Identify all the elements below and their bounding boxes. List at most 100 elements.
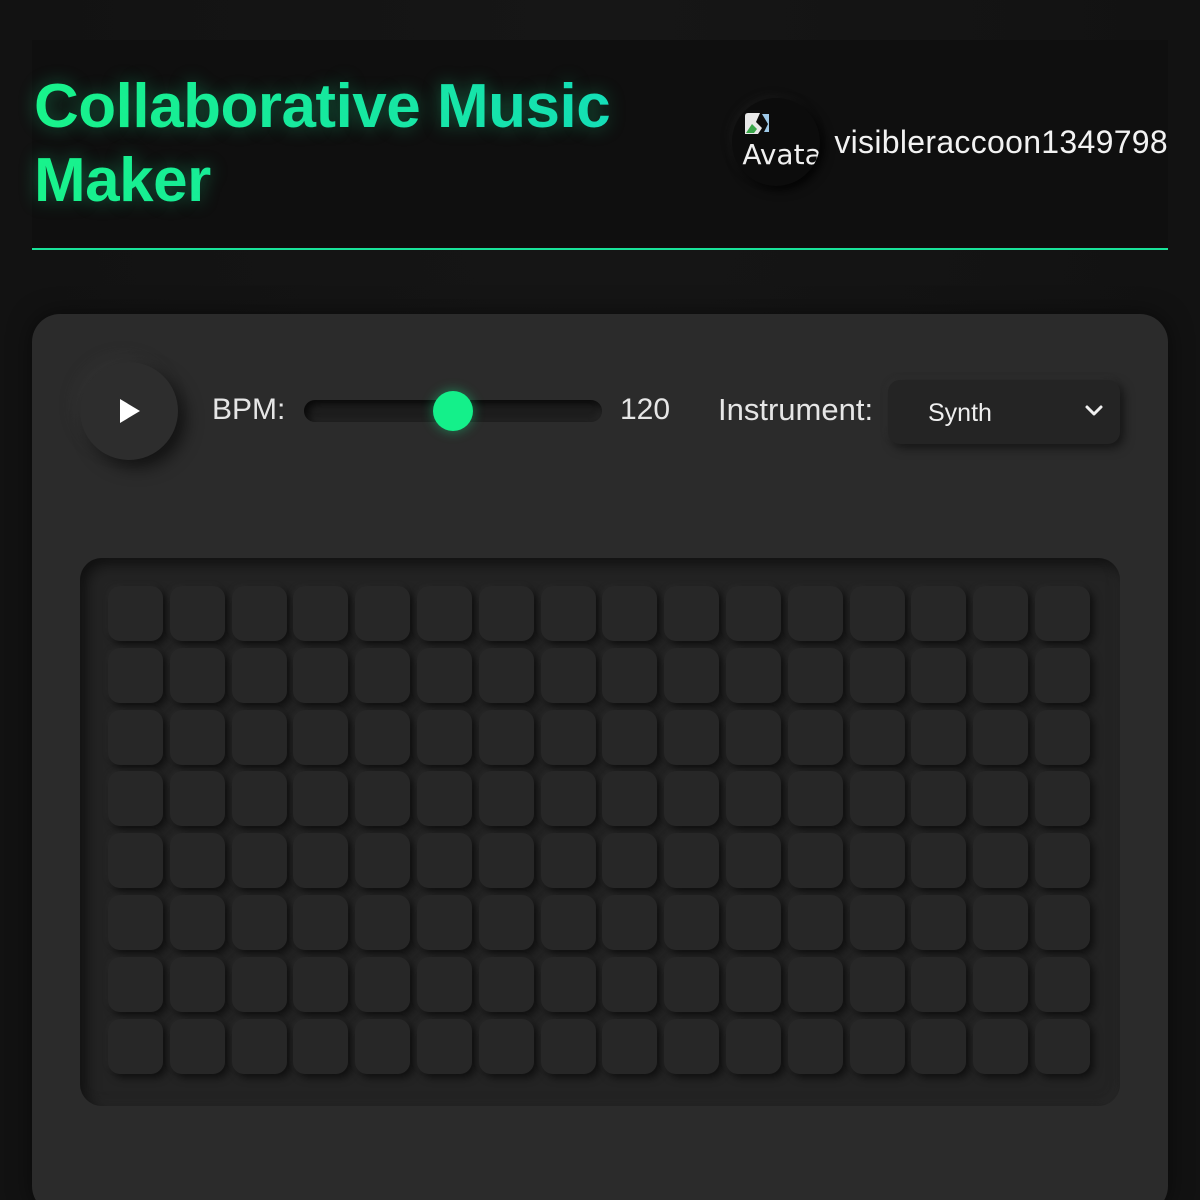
step-cell[interactable]	[911, 1018, 967, 1074]
step-cell[interactable]	[169, 771, 225, 827]
step-cell[interactable]	[293, 956, 349, 1012]
step-cell[interactable]	[108, 771, 163, 827]
step-cell[interactable]	[108, 956, 163, 1012]
step-cell[interactable]	[911, 833, 967, 889]
step-cell[interactable]	[231, 1018, 287, 1074]
step-cell[interactable]	[1034, 709, 1090, 765]
step-cell[interactable]	[1034, 1018, 1090, 1074]
step-cell[interactable]	[355, 956, 411, 1012]
step-cell[interactable]	[664, 956, 720, 1012]
step-cell[interactable]	[108, 894, 163, 950]
step-cell[interactable]	[1034, 894, 1090, 950]
step-cell[interactable]	[169, 833, 225, 889]
step-cell[interactable]	[231, 771, 287, 827]
step-cell[interactable]	[849, 709, 905, 765]
step-cell[interactable]	[664, 586, 720, 641]
step-cell[interactable]	[911, 709, 967, 765]
step-cell[interactable]	[293, 771, 349, 827]
step-cell[interactable]	[1034, 771, 1090, 827]
step-cell[interactable]	[355, 709, 411, 765]
step-cell[interactable]	[478, 771, 534, 827]
step-cell[interactable]	[1034, 956, 1090, 1012]
step-cell[interactable]	[602, 586, 658, 641]
step-cell[interactable]	[478, 833, 534, 889]
step-cell[interactable]	[540, 956, 596, 1012]
step-cell[interactable]	[725, 956, 781, 1012]
step-cell[interactable]	[169, 586, 225, 641]
step-cell[interactable]	[849, 833, 905, 889]
step-cell[interactable]	[664, 709, 720, 765]
step-cell[interactable]	[416, 771, 472, 827]
step-cell[interactable]	[664, 647, 720, 703]
play-button[interactable]	[80, 362, 178, 460]
step-cell[interactable]	[787, 586, 843, 641]
step-cell[interactable]	[169, 709, 225, 765]
step-cell[interactable]	[1034, 833, 1090, 889]
step-cell[interactable]	[478, 709, 534, 765]
step-cell[interactable]	[231, 833, 287, 889]
step-cell[interactable]	[231, 709, 287, 765]
step-cell[interactable]	[725, 833, 781, 889]
step-cell[interactable]	[293, 647, 349, 703]
step-cell[interactable]	[725, 771, 781, 827]
step-cell[interactable]	[787, 894, 843, 950]
step-cell[interactable]	[169, 894, 225, 950]
step-cell[interactable]	[293, 1018, 349, 1074]
step-cell[interactable]	[911, 586, 967, 641]
step-cell[interactable]	[973, 894, 1029, 950]
step-cell[interactable]	[725, 709, 781, 765]
step-cell[interactable]	[108, 586, 163, 641]
step-cell[interactable]	[540, 647, 596, 703]
step-cell[interactable]	[108, 709, 163, 765]
step-cell[interactable]	[231, 956, 287, 1012]
step-cell[interactable]	[602, 771, 658, 827]
step-cell[interactable]	[787, 1018, 843, 1074]
step-cell[interactable]	[973, 1018, 1029, 1074]
step-cell[interactable]	[293, 586, 349, 641]
step-cell[interactable]	[169, 956, 225, 1012]
step-cell[interactable]	[478, 956, 534, 1012]
step-cell[interactable]	[231, 647, 287, 703]
step-cell[interactable]	[911, 894, 967, 950]
step-cell[interactable]	[725, 1018, 781, 1074]
step-cell[interactable]	[293, 894, 349, 950]
step-cell[interactable]	[849, 1018, 905, 1074]
step-cell[interactable]	[973, 647, 1029, 703]
step-cell[interactable]	[849, 586, 905, 641]
step-cell[interactable]	[787, 709, 843, 765]
step-cell[interactable]	[108, 1018, 163, 1074]
step-cell[interactable]	[416, 709, 472, 765]
step-cell[interactable]	[849, 647, 905, 703]
step-cell[interactable]	[108, 833, 163, 889]
bpm-slider-thumb[interactable]	[433, 391, 473, 431]
step-cell[interactable]	[602, 833, 658, 889]
step-cell[interactable]	[725, 894, 781, 950]
step-cell[interactable]	[664, 894, 720, 950]
step-cell[interactable]	[478, 894, 534, 950]
step-cell[interactable]	[725, 647, 781, 703]
step-cell[interactable]	[355, 647, 411, 703]
step-cell[interactable]	[169, 647, 225, 703]
step-cell[interactable]	[540, 586, 596, 641]
step-cell[interactable]	[787, 647, 843, 703]
step-cell[interactable]	[416, 586, 472, 641]
step-cell[interactable]	[355, 833, 411, 889]
step-cell[interactable]	[725, 586, 781, 641]
instrument-select[interactable]: Synth	[888, 380, 1120, 444]
step-cell[interactable]	[416, 956, 472, 1012]
step-cell[interactable]	[602, 1018, 658, 1074]
step-cell[interactable]	[787, 833, 843, 889]
step-cell[interactable]	[973, 833, 1029, 889]
step-cell[interactable]	[540, 894, 596, 950]
step-cell[interactable]	[973, 709, 1029, 765]
step-cell[interactable]	[540, 1018, 596, 1074]
step-cell[interactable]	[416, 894, 472, 950]
step-cell[interactable]	[911, 956, 967, 1012]
step-cell[interactable]	[540, 833, 596, 889]
step-cell[interactable]	[664, 1018, 720, 1074]
step-cell[interactable]	[416, 833, 472, 889]
step-cell[interactable]	[416, 647, 472, 703]
step-cell[interactable]	[540, 709, 596, 765]
step-cell[interactable]	[231, 894, 287, 950]
bpm-slider[interactable]	[304, 391, 602, 431]
